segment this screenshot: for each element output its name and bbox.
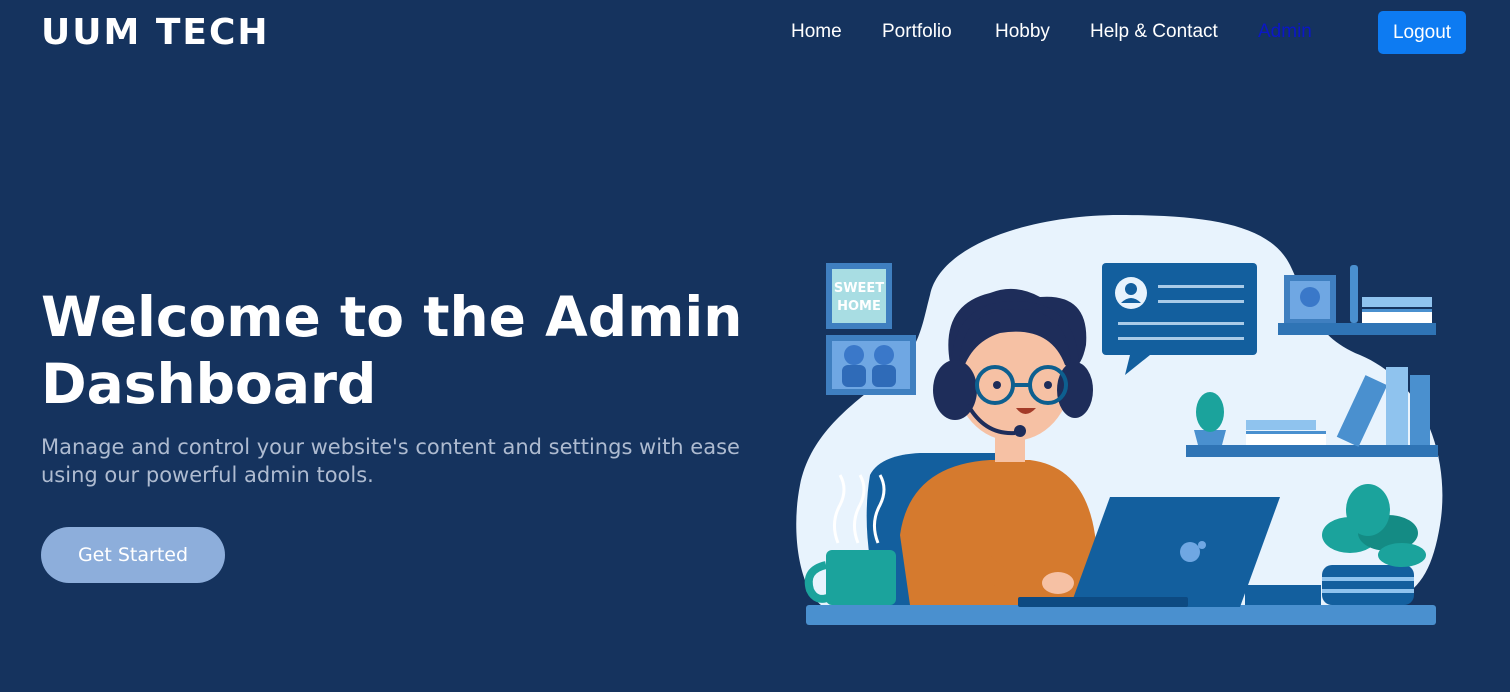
hero-title: Welcome to the Admin Dashboard	[41, 284, 761, 418]
sign-text-1: SWEET	[834, 281, 884, 296]
nav-link-home[interactable]: Home	[791, 21, 842, 43]
upper-shelf	[1278, 323, 1436, 335]
logout-button[interactable]: Logout	[1378, 11, 1466, 54]
desk	[806, 605, 1436, 625]
nav-link-portfolio[interactable]: Portfolio	[882, 21, 952, 43]
sign-text-2: HOME	[837, 299, 881, 314]
lower-shelf	[1186, 445, 1438, 457]
page: UUM TECH Home Portfolio Hobby Help & Con…	[0, 0, 1510, 692]
hero-subtitle-line-1: Manage and control your website's conten…	[41, 435, 740, 459]
hero-title-line-1: Welcome to the Admin	[41, 285, 743, 349]
admin-illustration: SWEET HOME	[796, 215, 1443, 625]
hero-subtitle-line-2: using our powerful admin tools.	[41, 463, 374, 487]
chat-bubble	[1102, 263, 1257, 355]
brand-logo[interactable]: UUM TECH	[41, 12, 270, 53]
nav-link-help-contact[interactable]: Help & Contact	[1090, 21, 1218, 43]
plant-pot	[1322, 565, 1414, 605]
hero-subtitle: Manage and control your website's conten…	[41, 433, 741, 489]
get-started-button[interactable]: Get Started	[41, 527, 225, 583]
coffee-mug	[826, 550, 896, 605]
hero-title-line-2: Dashboard	[41, 352, 377, 416]
nav-link-admin[interactable]: Admin	[1258, 21, 1312, 43]
nav-link-hobby[interactable]: Hobby	[995, 21, 1050, 43]
navbar: UUM TECH Home Portfolio Hobby Help & Con…	[0, 0, 1510, 66]
